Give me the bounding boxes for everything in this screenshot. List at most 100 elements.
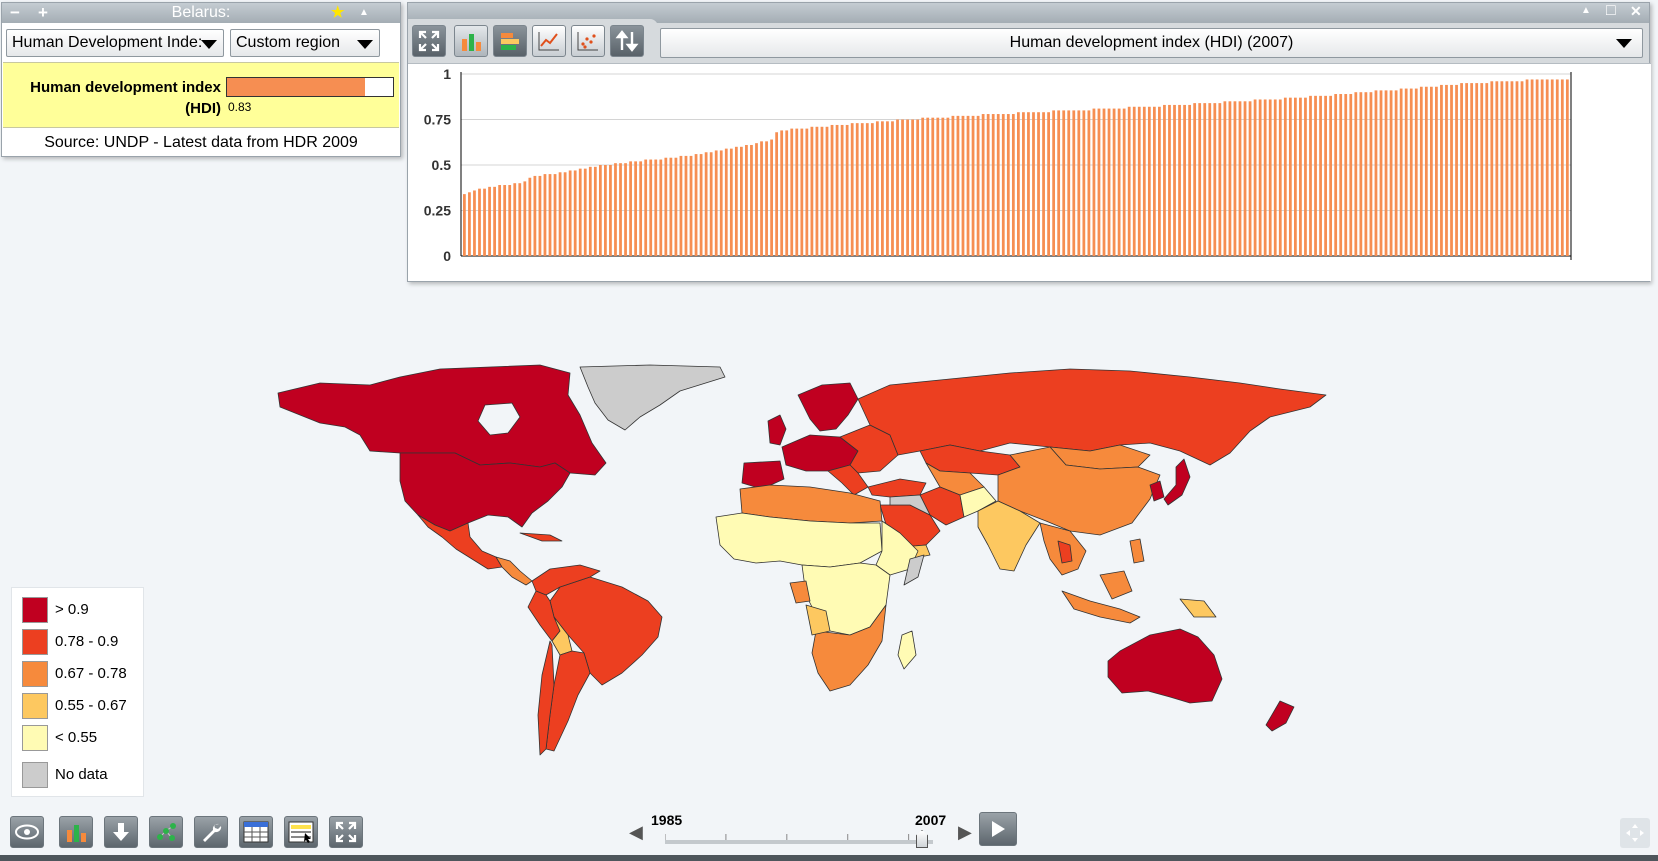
country-uk[interactable] bbox=[767, 414, 787, 446]
country-central-america[interactable] bbox=[495, 556, 533, 586]
chart-bar[interactable] bbox=[1354, 92, 1358, 256]
world-map[interactable] bbox=[250, 355, 1410, 805]
chart-bar[interactable] bbox=[916, 119, 920, 257]
chart-bar[interactable] bbox=[1127, 106, 1131, 256]
chart-bar[interactable] bbox=[1263, 99, 1267, 256]
chart-bar[interactable] bbox=[649, 159, 653, 256]
chart-bar[interactable] bbox=[508, 185, 512, 256]
chart-bar[interactable] bbox=[1435, 86, 1438, 257]
sort-button[interactable] bbox=[610, 25, 644, 57]
chart-bar[interactable] bbox=[1077, 110, 1081, 257]
chart-bar[interactable] bbox=[598, 165, 602, 256]
chart-bar[interactable] bbox=[503, 185, 507, 256]
fullscreen-map-button[interactable] bbox=[329, 816, 363, 848]
chart-bar[interactable] bbox=[1419, 86, 1423, 257]
chart-bar[interactable] bbox=[604, 165, 607, 256]
collapse-chart-button[interactable]: ▲ bbox=[1581, 5, 1591, 16]
chart-bar[interactable] bbox=[1409, 88, 1413, 256]
country-gabon-congo[interactable] bbox=[789, 580, 811, 604]
country-new-zealand[interactable] bbox=[1265, 700, 1295, 732]
chart-bar[interactable] bbox=[1253, 99, 1257, 256]
close-chart-button[interactable]: ✕ bbox=[1630, 3, 1642, 20]
favorite-star-icon[interactable]: ★ bbox=[331, 3, 344, 23]
legend-item[interactable]: No data bbox=[22, 762, 142, 788]
chart-bar[interactable] bbox=[1022, 112, 1025, 256]
legend-item[interactable]: 0.78 - 0.9 bbox=[22, 629, 142, 655]
resize-handle[interactable] bbox=[1620, 818, 1650, 848]
chart-indicator-dropdown[interactable]: Human development index (HDI) (2007) bbox=[660, 28, 1643, 58]
chart-bar[interactable] bbox=[765, 141, 768, 256]
chart-bar[interactable] bbox=[1072, 110, 1076, 257]
chart-bar[interactable] bbox=[1168, 104, 1171, 256]
chart-bar[interactable] bbox=[860, 123, 864, 256]
chart-bar[interactable] bbox=[1032, 112, 1035, 256]
chart-bar[interactable] bbox=[478, 188, 481, 256]
chart-bar[interactable] bbox=[1455, 84, 1458, 256]
chart-bar[interactable] bbox=[558, 172, 562, 256]
chart-bar[interactable] bbox=[936, 117, 940, 257]
chart-bar[interactable] bbox=[644, 159, 648, 256]
highlight-list-button[interactable] bbox=[284, 816, 318, 848]
country-cuba[interactable] bbox=[519, 532, 563, 542]
chart-bar[interactable] bbox=[1112, 108, 1116, 256]
chart-bar[interactable] bbox=[1178, 104, 1181, 256]
chart-bar[interactable] bbox=[815, 126, 819, 256]
chart-bar[interactable] bbox=[719, 150, 723, 256]
chart-bar[interactable] bbox=[1001, 114, 1005, 256]
chart-bar[interactable] bbox=[795, 128, 799, 256]
chart-bar[interactable] bbox=[689, 155, 693, 256]
chart-bar[interactable] bbox=[1047, 112, 1050, 256]
chart-bar[interactable] bbox=[1294, 97, 1297, 256]
chart-bar[interactable] bbox=[966, 115, 970, 256]
chart-bar[interactable] bbox=[654, 159, 658, 256]
chart-bar[interactable] bbox=[1017, 112, 1020, 256]
chart-bar[interactable] bbox=[1540, 79, 1544, 257]
chart-bar[interactable] bbox=[825, 126, 829, 256]
chart-bar[interactable] bbox=[1495, 81, 1499, 256]
chart-bar[interactable] bbox=[1324, 95, 1327, 256]
chart-bar[interactable] bbox=[714, 150, 718, 256]
chart-bar[interactable] bbox=[729, 148, 733, 256]
chart-bar[interactable] bbox=[976, 115, 980, 256]
chart-bar[interactable] bbox=[1042, 112, 1045, 256]
chart-bar[interactable] bbox=[1364, 92, 1368, 256]
chart-bar[interactable] bbox=[548, 174, 552, 256]
chart-bar[interactable] bbox=[513, 183, 517, 256]
chart-bar[interactable] bbox=[1404, 88, 1408, 256]
chart-bar[interactable] bbox=[996, 114, 1000, 256]
chart-bar[interactable] bbox=[1389, 90, 1393, 256]
chart-bar[interactable] bbox=[1208, 103, 1212, 256]
chart-bar[interactable] bbox=[498, 185, 502, 256]
chart-bar[interactable] bbox=[1082, 110, 1086, 257]
chart-bar[interactable] bbox=[740, 146, 743, 256]
chart-bar[interactable] bbox=[1505, 81, 1509, 256]
chart-bar[interactable] bbox=[760, 141, 763, 256]
chart-bar[interactable] bbox=[1515, 81, 1519, 256]
chart-bar[interactable] bbox=[1087, 110, 1091, 257]
chart-bar[interactable] bbox=[634, 161, 638, 256]
country-philippines[interactable] bbox=[1129, 538, 1145, 564]
chart-bar[interactable] bbox=[1314, 95, 1317, 256]
indicator-dropdown[interactable]: Human Development Inde: bbox=[6, 29, 224, 57]
chart-bar[interactable] bbox=[704, 152, 708, 256]
chart-bar[interactable] bbox=[850, 123, 854, 256]
chart-bar[interactable] bbox=[1485, 83, 1489, 256]
country-turkey[interactable] bbox=[867, 478, 927, 498]
chart-bar[interactable] bbox=[911, 119, 915, 257]
region-dropdown[interactable]: Custom region bbox=[230, 29, 380, 57]
chart-bar[interactable] bbox=[568, 170, 572, 256]
chart-bar[interactable] bbox=[951, 115, 955, 256]
chart-bar[interactable] bbox=[1349, 94, 1353, 256]
chart-bar[interactable] bbox=[488, 186, 491, 256]
chart-bar[interactable] bbox=[1132, 106, 1136, 256]
chart-bar[interactable] bbox=[840, 124, 844, 257]
chart-toggle-button[interactable] bbox=[59, 816, 93, 848]
chart-bar[interactable] bbox=[553, 174, 557, 256]
chart-bar[interactable] bbox=[750, 144, 753, 256]
chart-bar[interactable] bbox=[1117, 108, 1121, 256]
chart-bar[interactable] bbox=[1193, 103, 1197, 256]
chart-bar[interactable] bbox=[1158, 106, 1161, 256]
chart-bar[interactable] bbox=[463, 194, 466, 256]
chart-bar[interactable] bbox=[1052, 110, 1056, 257]
visibility-button[interactable] bbox=[10, 816, 44, 848]
